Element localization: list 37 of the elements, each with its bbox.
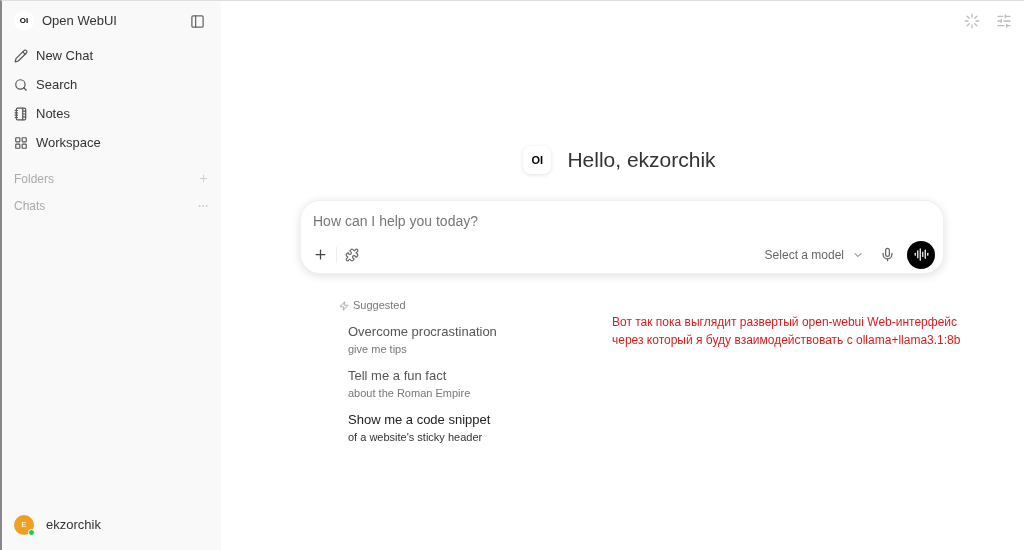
suggestion-title: Tell me a fun fact <box>348 366 447 385</box>
suggestion-subtitle: about the Roman Empire <box>348 386 471 401</box>
message-input[interactable]: How can I help you today? <box>313 208 931 233</box>
bolt-icon <box>339 300 349 311</box>
section-label: Chats <box>14 197 46 215</box>
suggestion-subtitle: give me tips <box>348 342 407 357</box>
app-title: Open WebUI <box>42 12 118 31</box>
suggested-heading: Suggested <box>353 298 406 314</box>
suggestion[interactable]: Show me a code snippet of a website's sticky header <box>348 409 609 446</box>
pencil-icon <box>14 48 28 63</box>
tools-icon[interactable] <box>345 247 359 262</box>
search-icon <box>14 77 28 92</box>
sidebar-item[interactable]: Notes <box>10 99 213 128</box>
chat-composer[interactable]: How can I help you today? Select a model <box>300 199 944 274</box>
voice-button[interactable] <box>907 240 935 269</box>
grid-icon <box>14 135 28 150</box>
notebook-icon <box>14 106 28 121</box>
add-icon[interactable] <box>313 247 328 262</box>
annotation-text: Вот так пока выглядит развертый open-webui Web-интерфейс <box>612 313 959 331</box>
suggestion-title: Overcome procrastination <box>348 322 497 341</box>
sidebar-item[interactable]: New Chat <box>10 41 213 70</box>
sidebar-toggle-icon[interactable] <box>190 13 205 29</box>
suggestion-subtitle: of a website's sticky header <box>348 430 483 445</box>
annotation-text: через который я буду взаимодействовать с ollama+llama3.1:8b <box>612 331 961 349</box>
logo: OI <box>14 11 34 31</box>
waveform-icon <box>913 247 929 262</box>
logo: OI <box>523 145 552 174</box>
microphone-icon[interactable] <box>880 247 895 262</box>
suggestion-title: Show me a code snippet <box>348 410 491 429</box>
sidebar-item[interactable]: Workspace <box>10 128 213 157</box>
greeting: Hello, ekzorchik <box>567 147 716 173</box>
suggestion[interactable]: Tell me a fun fact about the Roman Empire <box>348 365 609 402</box>
sidebar-item[interactable]: Search <box>10 70 213 99</box>
suggestion[interactable]: Overcome procrastination give me tips <box>348 321 609 358</box>
model-selector[interactable]: Select a model <box>764 245 864 264</box>
section-label: Folders <box>14 170 54 188</box>
user-name: ekzorchik <box>46 516 101 535</box>
